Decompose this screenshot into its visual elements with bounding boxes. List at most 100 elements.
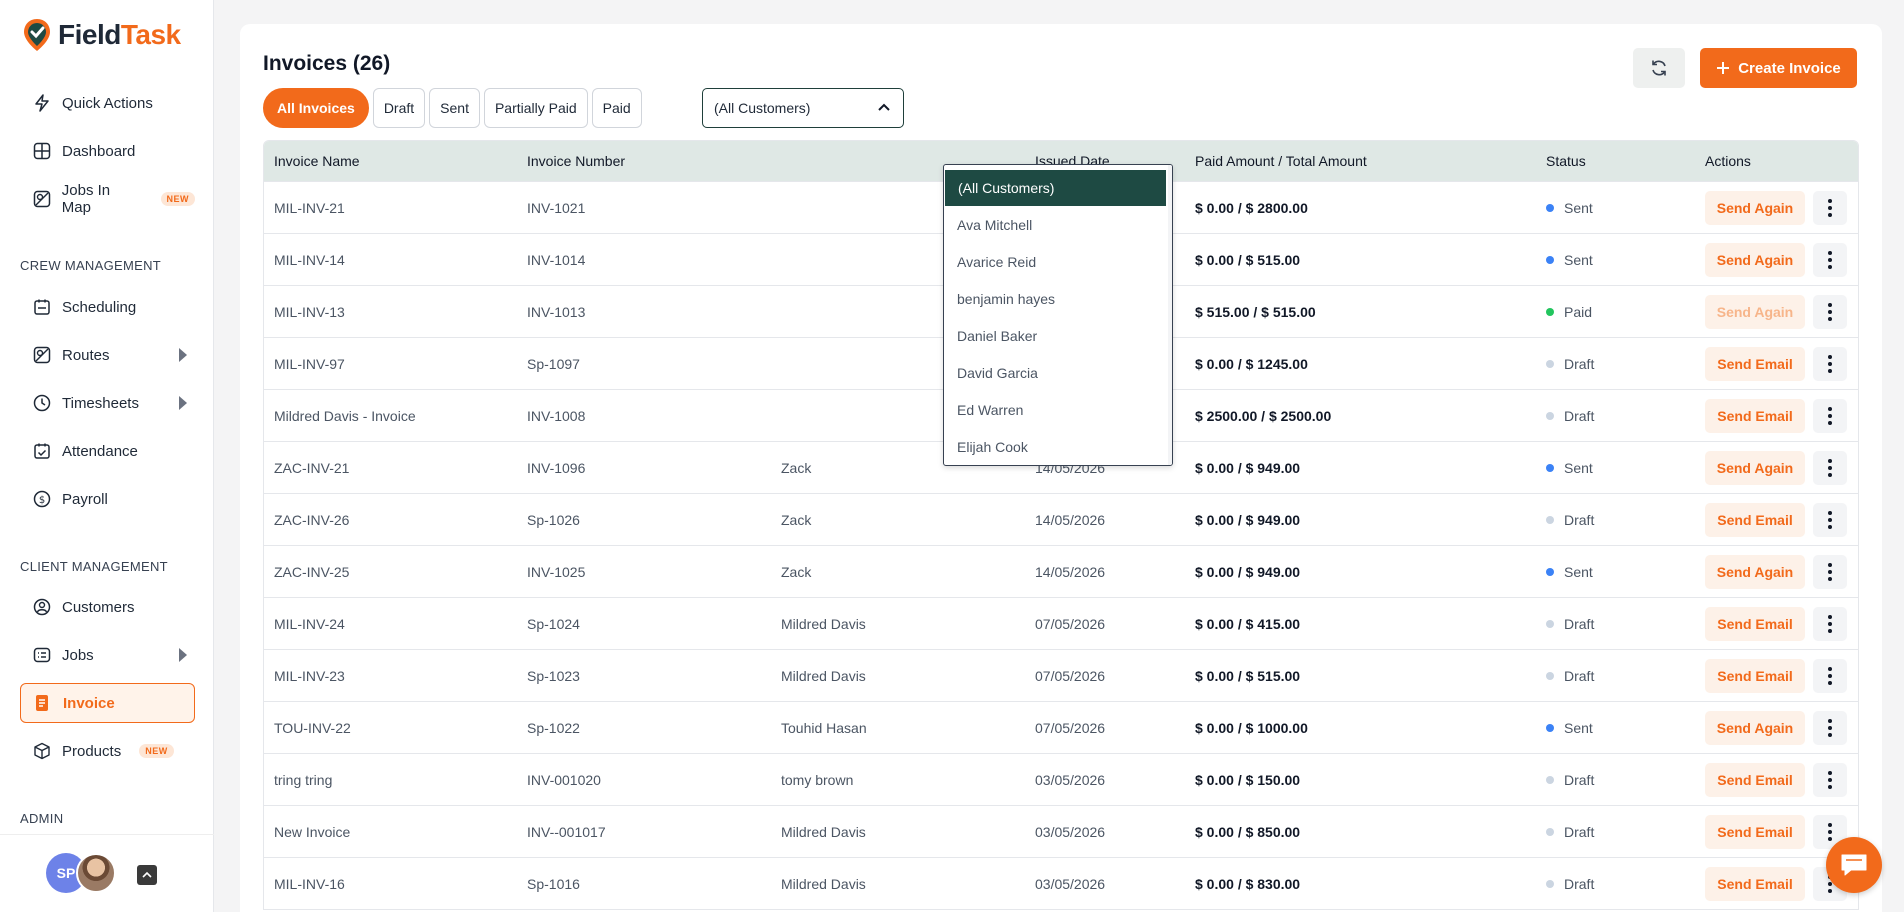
table-row[interactable]: tring tring INV-001020 tomy brown 03/05/202… (264, 753, 1858, 805)
attendance-icon (32, 441, 52, 461)
clock-icon (32, 393, 52, 413)
more-options-icon[interactable] (1813, 503, 1847, 537)
sidebar-item-jobs-in-map[interactable]: Jobs In Map NEW (20, 179, 195, 219)
status-label: Draft (1564, 511, 1595, 528)
cell-invoice-name: MIL-INV-23 (274, 667, 345, 684)
table-row[interactable]: TOU-INV-22 Sp-1022 Touhid Hasan 07/05/2026 $… (264, 701, 1858, 753)
row-action-button[interactable]: Send Again (1705, 711, 1805, 745)
tab-sent[interactable]: Sent (429, 88, 480, 128)
cell-issued-date: 14/05/2026 (1035, 511, 1106, 528)
app-logo[interactable]: FieldTask (22, 18, 181, 52)
chat-button[interactable] (1826, 837, 1882, 893)
sidebar-item-products[interactable]: Products NEW (20, 731, 195, 771)
sidebar-item-routes[interactable]: Routes (20, 335, 195, 375)
header-amount[interactable]: Paid Amount / Total Amount (1195, 153, 1367, 169)
dropdown-option[interactable]: David Garcia (944, 354, 1172, 391)
cell-issued-date: 03/05/2026 (1035, 823, 1106, 840)
header-invoice-name[interactable]: Invoice Name (274, 153, 360, 169)
row-action-button[interactable]: Send Again (1705, 243, 1805, 277)
table-row[interactable]: MIL-INV-24 Sp-1024 Mildred Davis 07/05/2026… (264, 597, 1858, 649)
status-label: Draft (1564, 667, 1595, 684)
more-options-icon[interactable] (1813, 295, 1847, 329)
header-invoice-number[interactable]: Invoice Number (527, 153, 625, 169)
more-options-icon[interactable] (1813, 451, 1847, 485)
cell-invoice-name: TOU-INV-22 (274, 719, 351, 736)
table-row[interactable]: MIL-INV-23 Sp-1023 Mildred Davis 07/05/2026… (264, 649, 1858, 701)
cell-amount: $ 0.00 / $ 515.00 (1195, 667, 1301, 684)
row-action-button[interactable]: Send Email (1705, 815, 1805, 849)
tab-draft[interactable]: Draft (372, 88, 426, 128)
cell-invoice-number: INV-1025 (527, 563, 586, 580)
sidebar-item-timesheets[interactable]: Timesheets (20, 383, 195, 423)
cell-amount: $ 0.00 / $ 150.00 (1195, 771, 1301, 788)
dropdown-option[interactable]: Ava Mitchell (944, 206, 1172, 243)
dropdown-option[interactable]: (All Customers) (945, 170, 1166, 206)
tab-all-invoices[interactable]: All Invoices (263, 88, 369, 128)
cell-invoice-number: INV-1008 (527, 407, 586, 424)
row-action-button[interactable]: Send Email (1705, 399, 1805, 433)
row-action-button[interactable]: Send Email (1705, 607, 1805, 641)
more-options-icon[interactable] (1813, 659, 1847, 693)
row-action-button[interactable]: Send Again (1705, 451, 1805, 485)
invoice-icon (33, 693, 53, 713)
dropdown-option[interactable]: Elijah Cook (944, 428, 1172, 465)
more-options-icon[interactable] (1813, 763, 1847, 797)
refresh-button[interactable] (1633, 48, 1685, 88)
sidebar-item-attendance[interactable]: Attendance (20, 431, 195, 471)
sidebar-item-scheduling[interactable]: Scheduling (20, 287, 195, 327)
tab-paid[interactable]: Paid (591, 88, 642, 128)
more-options-icon[interactable] (1813, 243, 1847, 277)
sidebar-item-invoice[interactable]: Invoice (20, 683, 195, 723)
more-options-icon[interactable] (1813, 191, 1847, 225)
row-action-button[interactable]: Send Again (1705, 295, 1805, 329)
cell-invoice-number: Sp-1024 (527, 615, 580, 632)
section-client-management: CLIENT MANAGEMENT (20, 559, 168, 574)
customer-filter-select[interactable]: (All Customers) (702, 88, 904, 128)
more-options-icon[interactable] (1813, 607, 1847, 641)
sidebar-item-label: Invoice (63, 694, 115, 712)
header-status[interactable]: Status (1546, 153, 1586, 169)
avatar-photo[interactable] (76, 853, 116, 893)
table-row[interactable]: ZAC-INV-25 INV-1025 Zack 14/05/2026 $ 0.00 /… (264, 545, 1858, 597)
sidebar-item-customers[interactable]: Customers (20, 587, 195, 627)
row-action-button[interactable]: Send Again (1705, 555, 1805, 589)
status-dot-icon (1546, 723, 1554, 732)
chevron-up-icon[interactable] (137, 865, 157, 885)
tab-partially-paid[interactable]: Partially Paid (483, 88, 588, 128)
table-row[interactable]: ZAC-INV-26 Sp-1026 Zack 14/05/2026 $ 0.00 / … (264, 493, 1858, 545)
dropdown-option[interactable]: benjamin hayes (944, 280, 1172, 317)
row-action-button[interactable]: Send Email (1705, 763, 1805, 797)
dropdown-scrollbar[interactable] (1168, 165, 1172, 465)
more-options-icon[interactable] (1813, 399, 1847, 433)
sidebar-item-payroll[interactable]: $ Payroll (20, 479, 195, 519)
status-dot-icon (1546, 567, 1554, 576)
more-options-icon[interactable] (1813, 347, 1847, 381)
sidebar-item-jobs[interactable]: Jobs (20, 635, 195, 675)
cell-customer: Touhid Hasan (781, 719, 867, 736)
cell-invoice-number: Sp-1026 (527, 511, 580, 528)
row-action-button[interactable]: Send Email (1705, 503, 1805, 537)
cell-invoice-number: INV-1096 (527, 459, 586, 476)
more-options-icon[interactable] (1813, 555, 1847, 589)
sidebar-item-dashboard[interactable]: Dashboard (20, 131, 195, 171)
cell-issued-date: 03/05/2026 (1035, 875, 1106, 892)
table-row[interactable]: MIL-INV-16 Sp-1016 Mildred Davis 03/05/2026… (264, 857, 1858, 909)
cell-customer: Zack (781, 563, 812, 580)
sidebar-item-label: Attendance (62, 442, 138, 460)
row-action-button[interactable]: Send Email (1705, 867, 1805, 901)
plus-icon (1717, 62, 1730, 74)
sidebar: FieldTask Quick Actions Dashboard Jobs I… (0, 0, 214, 912)
cell-invoice-name: MIL-INV-97 (274, 355, 345, 372)
sidebar-item-quick-actions[interactable]: Quick Actions (20, 83, 195, 123)
more-options-icon[interactable] (1813, 711, 1847, 745)
dropdown-option[interactable]: Ed Warren (944, 391, 1172, 428)
dashboard-icon (32, 141, 52, 161)
cell-invoice-name: Mildred Davis - Invoice (274, 407, 416, 424)
row-action-button[interactable]: Send Again (1705, 191, 1805, 225)
row-action-button[interactable]: Send Email (1705, 347, 1805, 381)
create-invoice-button[interactable]: Create Invoice (1700, 48, 1857, 88)
dropdown-option[interactable]: Daniel Baker (944, 317, 1172, 354)
dropdown-option[interactable]: Avarice Reid (944, 243, 1172, 280)
table-row[interactable]: New Invoice INV--001017 Mildred Davis 03/05… (264, 805, 1858, 857)
row-action-button[interactable]: Send Email (1705, 659, 1805, 693)
